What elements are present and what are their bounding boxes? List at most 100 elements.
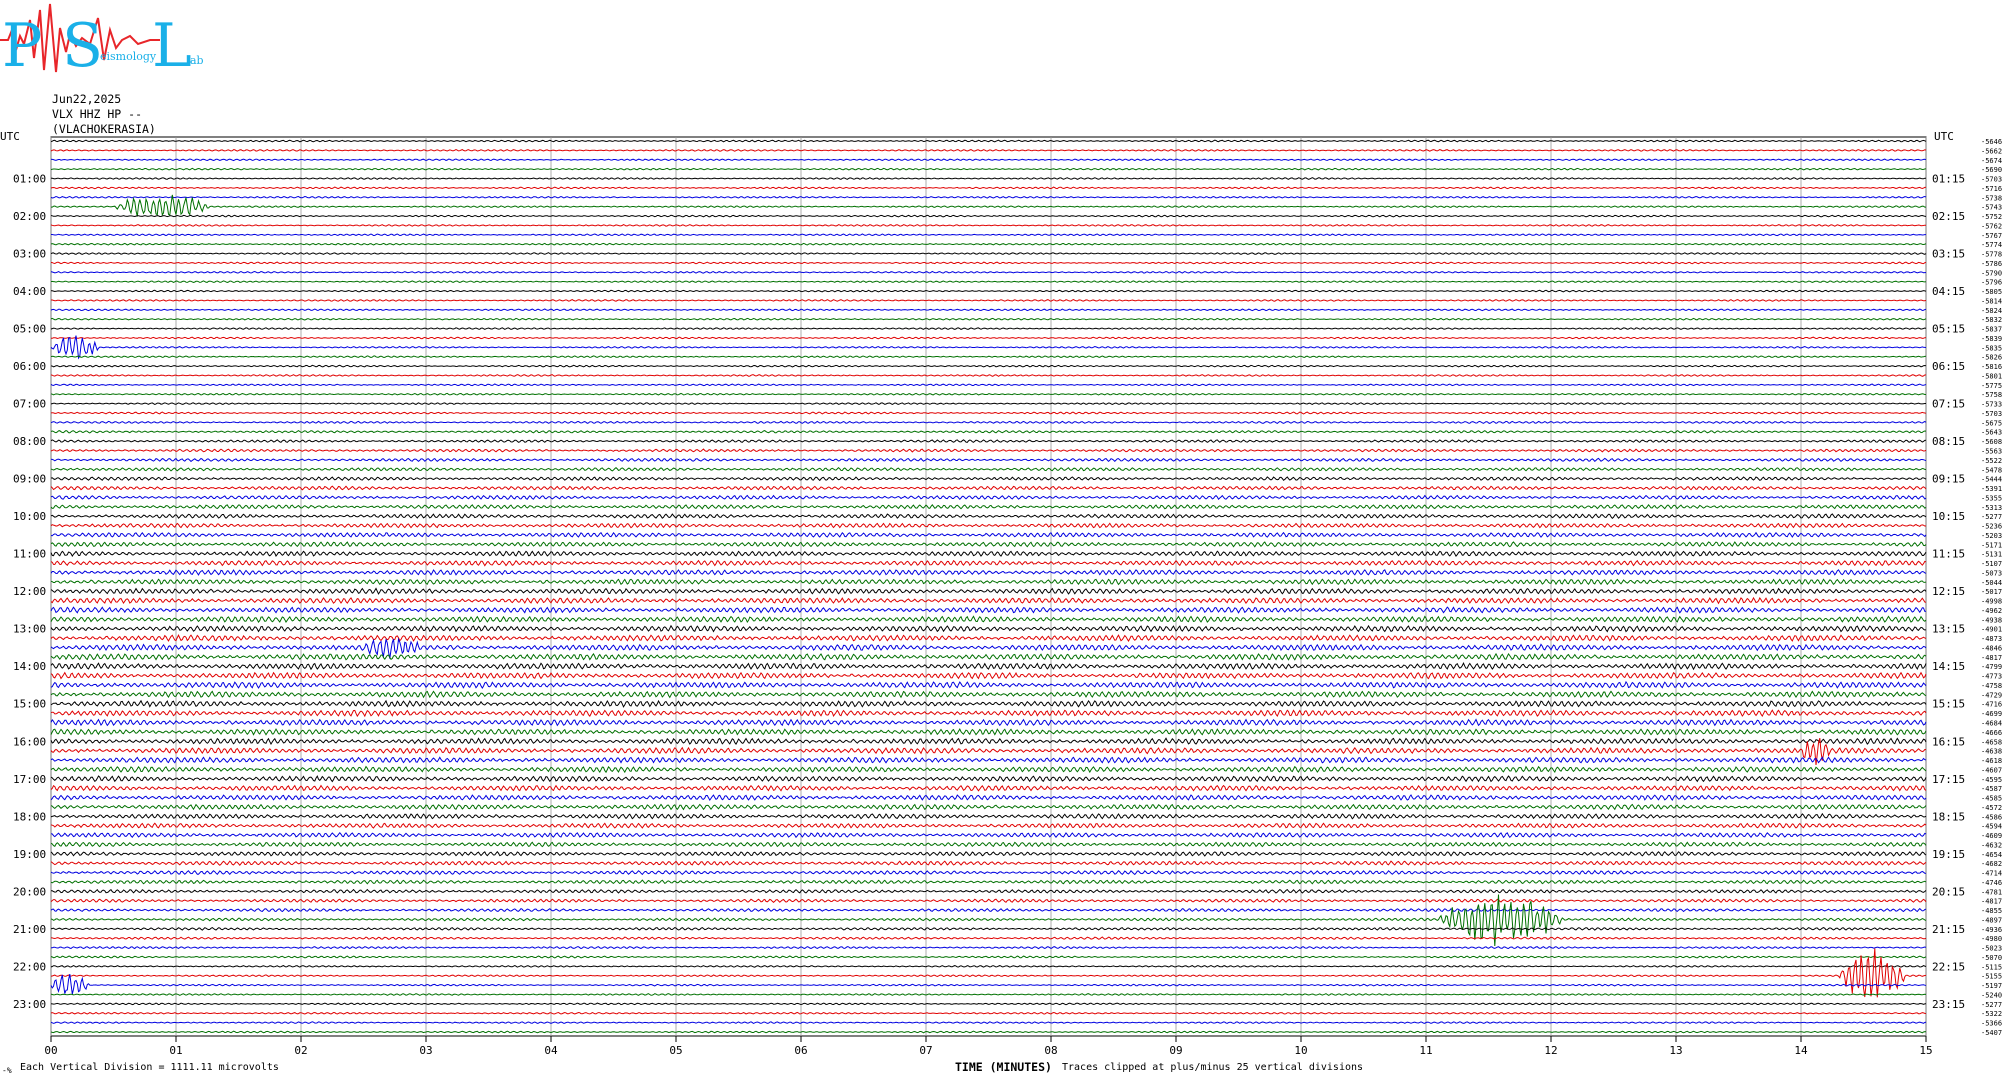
trace-row: [50, 784, 1927, 792]
seismic-traces: [50, 139, 1927, 1034]
right-utc-label: 14:15: [1932, 660, 1965, 673]
left-utc-label: 20:00: [13, 885, 46, 898]
row-offset-label: -5675: [1981, 419, 2002, 427]
row-offset-label: -4699: [1981, 710, 2002, 718]
trace-row: [50, 690, 1927, 699]
row-offset-label: -5796: [1981, 279, 2002, 287]
row-offset-label: -5839: [1981, 335, 2002, 343]
row-offset-label: -5366: [1981, 1020, 2002, 1028]
trace-row: [50, 355, 1927, 359]
row-offset-label: -5826: [1981, 354, 2002, 362]
trace-row: [50, 907, 1927, 913]
row-offset-label: -5814: [1981, 297, 2002, 305]
trace-row: [50, 879, 1927, 885]
row-offset-label: -4607: [1981, 766, 2002, 774]
x-axis-label: TIME (MINUTES): [955, 1060, 1052, 1074]
row-offset-label: -5203: [1981, 532, 2002, 540]
trace-row: [50, 224, 1926, 227]
row-offset-label: -5703: [1981, 176, 2002, 184]
trace-row: [50, 402, 1926, 405]
row-offset-label: -4758: [1981, 682, 2002, 690]
trace-row: [50, 383, 1927, 387]
trace-row: [50, 167, 1927, 171]
trace-row: [50, 195, 1927, 199]
trace-row: [50, 718, 1927, 727]
trace-row: [50, 429, 1927, 434]
row-offset-label: -5738: [1981, 194, 2002, 202]
left-utc-label: 01:00: [13, 173, 46, 186]
right-utc-label: 13:15: [1932, 623, 1965, 636]
trace-row: [50, 327, 1927, 330]
trace-row: [50, 822, 1927, 829]
row-offset-label: -5240: [1981, 991, 2002, 999]
x-tick-label: 05: [669, 1044, 682, 1057]
right-utc-label: 11:15: [1932, 548, 1965, 561]
x-tick-label: 11: [1419, 1044, 1432, 1057]
helicorder-chart: UTC 01:00 02:00 03:00 04:00 05:00 06:00 07:00 08…: [0, 130, 2002, 1057]
row-offset-label: -5733: [1981, 401, 2002, 409]
row-offset-label: -5767: [1981, 232, 2002, 240]
left-utc-label: 22:00: [13, 960, 46, 973]
trace-row: [50, 392, 1926, 396]
row-offset-label: -5107: [1981, 560, 2002, 568]
right-utc-label: 03:15: [1932, 248, 1965, 261]
trace-row: [50, 569, 1927, 576]
trace-row: [50, 270, 1927, 274]
row-offset-label: -5044: [1981, 579, 2002, 587]
row-offset-label: -5115: [1981, 963, 2002, 971]
row-offset-label: -4618: [1981, 757, 2002, 765]
trace-row: [50, 214, 1927, 218]
trace-row: [50, 522, 1926, 529]
trace-row: [50, 1030, 1927, 1034]
row-offset-label: -5236: [1981, 523, 2002, 531]
row-offset-label: -5752: [1981, 213, 2002, 221]
row-offset-label: -5391: [1981, 485, 2002, 493]
row-offset-label: -5197: [1981, 982, 2002, 990]
trace-row: [50, 945, 1927, 950]
row-offset-label: -5716: [1981, 185, 2002, 193]
row-offset-label: -4595: [1981, 776, 2002, 784]
row-offset-label: -4846: [1981, 644, 2002, 652]
left-utc-label: 13:00: [13, 623, 46, 636]
trace-row: [50, 794, 1927, 802]
trace-row: [51, 299, 1927, 302]
row-offset-label: -4587: [1981, 785, 2002, 793]
left-utc-label: 02:00: [13, 210, 46, 223]
trace-row: [50, 494, 1927, 501]
row-offset-labels: -5646-5662-5674-5690-5703-5716-5738-5743…: [1981, 138, 2002, 1037]
left-utc-label: 23:00: [13, 998, 46, 1011]
row-offset-label: -4936: [1981, 926, 2002, 934]
x-tick-label: 01: [169, 1044, 182, 1057]
row-offset-label: -4980: [1981, 935, 2002, 943]
row-offset-label: -4855: [1981, 907, 2002, 915]
row-offset-label: -5801: [1981, 372, 2002, 380]
trace-row: [50, 261, 1927, 265]
row-offset-label: -4586: [1981, 813, 2002, 821]
row-offset-label: -4666: [1981, 729, 2002, 737]
row-offset-label: -5762: [1981, 222, 2002, 230]
row-offset-label: -4585: [1981, 795, 2002, 803]
trace-row: [50, 964, 1927, 968]
row-offset-label: -5407: [1981, 1029, 2002, 1037]
row-offset-label: -5790: [1981, 269, 2002, 277]
trace-row: [50, 936, 1927, 940]
trace-row: [50, 699, 1927, 708]
row-offset-label: -4897: [1981, 916, 2002, 924]
trace-row: [50, 364, 1927, 368]
right-utc-labels: UTC 01:15 02:15 03:15 04:15 05:15 06:15 07:15 08…: [1932, 130, 1965, 1011]
left-utc-header: UTC: [0, 130, 20, 143]
right-utc-label: 02:15: [1932, 210, 1965, 223]
right-utc-label: 17:15: [1932, 773, 1965, 786]
scale-note: Each Vertical Division = 1111.11 microvo…: [20, 1062, 279, 1073]
trace-row: [50, 149, 1927, 152]
x-axis-tick-labels: 00 01 02 03 04 05 06 07 08 09 10 11 12 13 14 15: [44, 1044, 1932, 1057]
trace-row: [50, 308, 1927, 312]
row-offset-label: -4682: [1981, 860, 2002, 868]
trace-row: [50, 832, 1927, 839]
row-offset-label: -5824: [1981, 307, 2002, 315]
trace-row: [50, 841, 1927, 848]
row-offset-label: -5646: [1981, 138, 2002, 146]
row-offset-label: -5690: [1981, 166, 2002, 174]
trace-row: [50, 335, 1927, 360]
row-offset-label: -5563: [1981, 448, 2002, 456]
